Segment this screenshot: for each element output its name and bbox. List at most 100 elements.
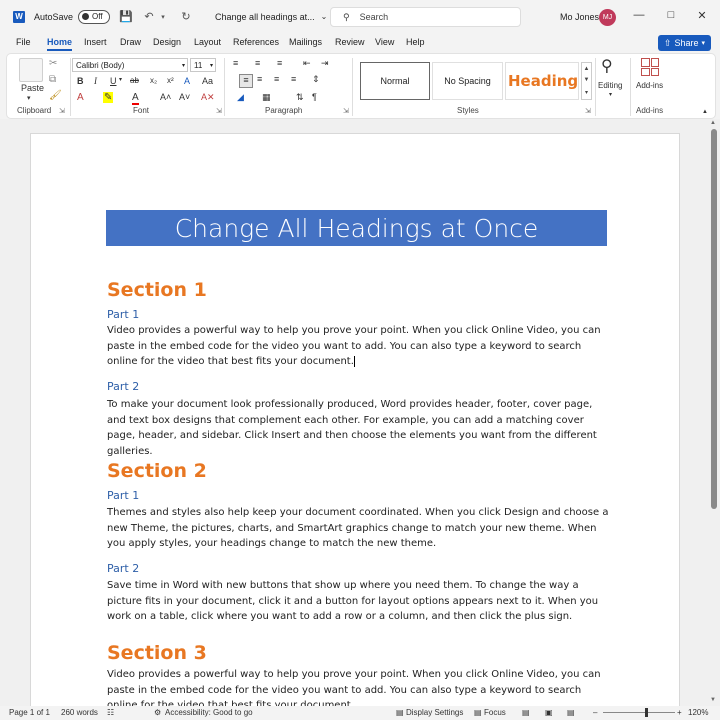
line-spacing-icon[interactable]: ⇕ [312,74,320,85]
paragraph[interactable]: Themes and styles also help keep your do… [107,505,609,552]
accessibility-status[interactable]: Accessibility: Good to go [165,708,253,717]
tab-insert[interactable]: Insert [84,37,107,47]
display-settings-icon[interactable]: ▤ [396,708,404,717]
increase-indent-icon[interactable]: ⇥ [321,58,329,69]
styles-launcher-icon[interactable]: ⇲ [585,107,591,115]
display-settings[interactable]: Display Settings [406,708,463,717]
font-launcher-icon[interactable]: ⇲ [216,107,222,115]
undo-dropdown-icon[interactable]: ▾ [156,13,170,21]
addins-icon[interactable] [641,58,659,76]
chevron-down-icon[interactable]: ⌄ [321,12,328,21]
autosave-toggle[interactable]: Off [78,9,111,24]
save-icon[interactable]: 💾 [119,10,133,23]
part-heading[interactable]: Part 1 [107,308,139,321]
align-center-icon[interactable]: ≡ [257,74,262,84]
decrease-indent-icon[interactable]: ⇤ [303,58,311,69]
tab-references[interactable]: References [233,37,279,47]
part-heading[interactable]: Part 2 [107,380,139,393]
undo-icon[interactable]: ↶ [142,10,156,23]
tab-review[interactable]: Review [335,37,365,47]
clear-formatting-icon[interactable]: A✕ [201,92,215,103]
font-color-icon[interactable]: A [132,92,139,105]
shading-icon[interactable]: ◢ [237,92,244,103]
tab-view[interactable]: View [375,37,394,47]
cut-icon[interactable]: ✂ [49,58,57,69]
page-count[interactable]: Page 1 of 1 [9,708,50,717]
maximize-icon[interactable]: □ [663,9,679,21]
avatar[interactable]: MJ [599,9,616,26]
read-mode-icon[interactable]: ▤ [522,708,530,717]
paste-dropdown-icon[interactable]: ▾ [27,94,31,102]
addins-button[interactable]: Add-ins [636,81,663,90]
part-heading[interactable]: Part 2 [107,562,139,575]
tab-home[interactable]: Home [47,37,73,51]
borders-icon[interactable]: ▦ [262,92,271,103]
redo-icon[interactable]: ↻ [179,10,193,23]
close-icon[interactable]: ✕ [694,9,710,22]
sort-icon[interactable]: ⇅ [296,92,304,103]
styles-more-icon[interactable]: ▾ [585,89,588,96]
strikethrough-icon[interactable]: ab [130,76,139,85]
scroll-down-icon[interactable]: ▼ [710,697,716,703]
focus-button[interactable]: Focus [484,708,506,717]
zoom-slider[interactable] [603,712,675,713]
document-title[interactable]: Change all headings at... [215,12,315,22]
zoom-in-icon[interactable]: + [677,708,682,717]
print-layout-icon[interactable]: ▣ [545,708,553,717]
style-heading[interactable]: Heading [505,62,579,100]
copy-icon[interactable]: ⧉ [49,74,56,85]
section-heading[interactable]: Section 1 [107,279,207,301]
clipboard-launcher-icon[interactable]: ⇲ [59,107,65,115]
chevron-down-icon[interactable]: ▾ [609,91,612,98]
justify-icon[interactable]: ≡ [291,74,296,84]
subscript-icon[interactable]: x₂ [150,76,157,85]
font-name-select[interactable]: Calibri (Body) ▾ [72,58,188,72]
show-marks-icon[interactable]: ¶ [312,92,317,102]
change-case-icon[interactable]: Aa [202,76,213,86]
align-right-icon[interactable]: ≡ [274,74,279,84]
tab-help[interactable]: Help [406,37,425,47]
minimize-icon[interactable]: — [631,9,647,21]
zoom-slider-handle[interactable] [645,708,648,717]
underline-dropdown-icon[interactable]: ▾ [119,76,122,83]
document-area[interactable]: Change All Headings at Once Section 1 Pa… [0,119,708,720]
tab-layout[interactable]: Layout [194,37,221,47]
zoom-out-icon[interactable]: – [593,708,597,717]
search-icon[interactable]: ⚲ [601,56,613,76]
tab-mailings[interactable]: Mailings [289,37,322,47]
paragraph[interactable]: Save time in Word with new buttons that … [107,578,609,625]
accessibility-icon[interactable]: ⚙ [154,708,161,717]
chevron-down-icon[interactable]: ▼ [584,77,590,83]
section-heading[interactable]: Section 2 [107,460,207,482]
scrollbar-thumb[interactable] [711,129,717,509]
search-box[interactable]: ⚲ Search [330,7,521,27]
part-heading[interactable]: Part 1 [107,489,139,502]
scroll-up-icon[interactable]: ▲ [710,120,716,126]
editing-button[interactable]: Editing [598,81,622,90]
tab-file[interactable]: File [16,37,31,47]
tab-design[interactable]: Design [153,37,181,47]
paragraph[interactable]: To make your document look professionall… [107,397,609,459]
highlight-icon[interactable]: ✎ [103,92,114,103]
underline-icon[interactable]: U [110,76,117,86]
multilevel-list-icon[interactable]: ≡ [277,58,282,68]
bullets-icon[interactable]: ≡ [233,58,238,68]
italic-icon[interactable]: I [94,76,97,86]
document-title-banner[interactable]: Change All Headings at Once [106,210,607,246]
zoom-level[interactable]: 120% [688,708,708,717]
section-heading[interactable]: Section 3 [107,642,207,664]
document-page[interactable]: Change All Headings at Once Section 1 Pa… [30,133,680,720]
paragraph[interactable]: Video provides a powerful way to help yo… [107,323,609,370]
grow-font-icon[interactable]: A˄ [160,92,171,102]
web-layout-icon[interactable]: ▤ [567,708,575,717]
share-button[interactable]: ⇧ Share ▾ [658,35,711,51]
numbering-icon[interactable]: ≡ [255,58,260,68]
text-effects-icon[interactable]: A [184,76,190,86]
align-left-icon[interactable]: ≡ [239,74,253,88]
superscript-icon[interactable]: x² [167,76,174,85]
bold-icon[interactable]: B [77,76,84,86]
paragraph-launcher-icon[interactable]: ⇲ [343,107,349,115]
chevron-up-icon[interactable]: ▲ [584,66,590,72]
clipboard-icon[interactable] [19,58,43,82]
user-name[interactable]: Mo Jones [560,12,599,22]
